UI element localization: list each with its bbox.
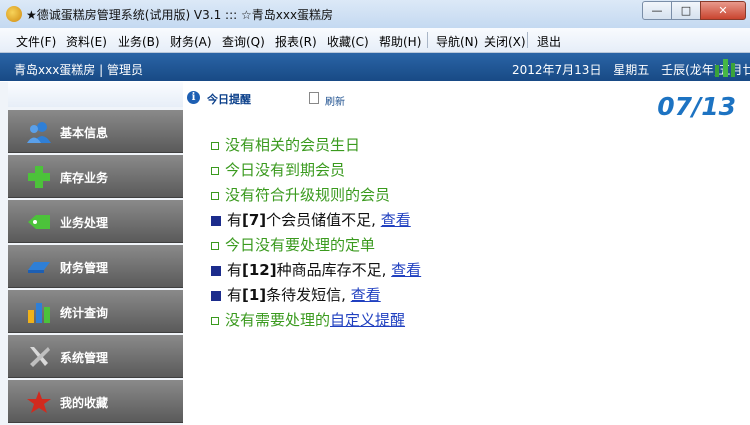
sidebar-item-finance[interactable]: 财务管理 xyxy=(8,245,183,288)
sidebar-item-system[interactable]: 系统管理 xyxy=(8,335,183,378)
sidebar-item-label: 基本信息 xyxy=(60,126,109,140)
sidebar-item-favorites[interactable]: 我的收藏 xyxy=(8,380,183,423)
menu-business[interactable]: 业务(B) xyxy=(118,33,160,50)
sidebar-item-basic-info[interactable]: 基本信息 xyxy=(8,110,183,153)
reminder-text: 今日没有要处理的定单 xyxy=(225,236,376,254)
menu-favorites[interactable]: 收藏(C) xyxy=(327,33,369,50)
maximize-icon: □ xyxy=(680,4,692,17)
reminder-text: 条待发短信, xyxy=(266,286,351,304)
menu-navigate[interactable]: 导航(N) xyxy=(436,33,478,50)
window-controls: — □ ✕ xyxy=(642,1,746,20)
current-weekday: 星期五 xyxy=(613,63,650,77)
list-item: 今日没有到期会员 xyxy=(211,159,421,184)
reminder-text: 有 xyxy=(227,261,243,279)
reminder-text: 没有相关的会员生日 xyxy=(225,136,361,154)
list-item: 有[1]条待发短信, 查看 xyxy=(211,284,421,309)
minimize-icon: — xyxy=(651,4,663,17)
sidebar-item-inventory[interactable]: 库存业务 xyxy=(8,155,183,198)
menu-separator xyxy=(527,32,528,48)
close-button[interactable]: ✕ xyxy=(700,1,746,20)
tag-icon xyxy=(28,215,50,229)
tree-icon xyxy=(715,59,735,77)
star-icon xyxy=(27,391,51,413)
sidebar-item-statistics[interactable]: 统计查询 xyxy=(8,290,183,333)
sidebar-item-label: 财务管理 xyxy=(60,261,109,275)
square-filled-icon xyxy=(211,290,221,301)
menu-data[interactable]: 资料(E) xyxy=(66,33,107,50)
menu-help[interactable]: 帮助(H) xyxy=(379,33,421,50)
reminder-count: [12] xyxy=(242,261,277,279)
today-reminder-tab[interactable]: 今日提醒 xyxy=(207,91,251,107)
title-bar: ★德诚蛋糕房管理系统(试用版) V3.1 ::: ☆青岛xxx蛋糕房 — □ ✕ xyxy=(0,0,750,28)
menu-separator xyxy=(427,32,428,48)
store-user-label: 青岛xxx蛋糕房 | 管理员 xyxy=(14,63,143,77)
reminder-text: 种商品库存不足, xyxy=(276,261,392,279)
list-item: 有[7]个会员储值不足, 查看 xyxy=(211,209,421,234)
reminder-list: 没有相关的会员生日 今日没有到期会员 没有符合升级规则的会员 有[7]个会员储值… xyxy=(211,134,421,334)
menu-finance[interactable]: 财务(A) xyxy=(170,33,212,50)
square-outline-icon xyxy=(211,241,219,250)
window-title: ★德诚蛋糕房管理系统(试用版) V3.1 ::: ☆青岛xxx蛋糕房 xyxy=(26,8,334,22)
menu-file[interactable]: 文件(F) xyxy=(16,33,56,50)
square-outline-icon xyxy=(211,141,219,150)
list-item: 没有相关的会员生日 xyxy=(211,134,421,159)
sidebar-item-label: 库存业务 xyxy=(60,171,109,185)
main-panel: i 今日提醒 刷新 07/13 没有相关的会员生日 今日没有到期会员 没有符合升… xyxy=(183,82,750,425)
view-sms-link[interactable]: 查看 xyxy=(351,286,381,304)
minimize-button[interactable]: — xyxy=(642,1,672,20)
square-outline-icon xyxy=(211,166,219,175)
sidebar: 基本信息 库存业务 业务处理 财务管理 统计查询 系统管理 我的收藏 xyxy=(0,82,183,425)
menu-report[interactable]: 报表(R) xyxy=(275,33,317,50)
square-outline-icon xyxy=(211,191,219,200)
custom-reminder-link[interactable]: 自定义提醒 xyxy=(330,311,405,329)
app-icon[interactable] xyxy=(6,6,22,22)
menu-exit[interactable]: 退出 xyxy=(537,33,561,50)
info-icon: i xyxy=(187,91,200,104)
date-display: 07/13 xyxy=(657,92,736,121)
sidebar-header xyxy=(8,82,183,107)
menu-bar: 文件(F) 资料(E) 业务(B) 财务(A) 查询(Q) 报表(R) 收藏(C… xyxy=(0,28,750,53)
sidebar-item-label: 业务处理 xyxy=(60,216,109,230)
square-filled-icon xyxy=(211,215,221,226)
reminder-text: 有 xyxy=(227,286,243,304)
document-icon xyxy=(309,92,319,104)
reminder-toolbar: i 今日提醒 刷新 07/13 xyxy=(183,82,750,121)
reminder-count: [7] xyxy=(242,211,267,229)
current-date: 2012年7月13日 xyxy=(512,63,602,77)
list-item: 今日没有要处理的定单 xyxy=(211,234,421,259)
square-filled-icon xyxy=(211,265,221,276)
view-stock-link[interactable]: 查看 xyxy=(391,261,421,279)
view-members-link[interactable]: 查看 xyxy=(381,211,411,229)
list-item: 没有符合升级规则的会员 xyxy=(211,184,421,209)
sidebar-item-business[interactable]: 业务处理 xyxy=(8,200,183,243)
users-icon xyxy=(27,122,51,143)
reminder-count: [1] xyxy=(242,286,267,304)
close-icon: ✕ xyxy=(718,4,728,17)
square-outline-icon xyxy=(211,316,219,325)
reminder-text: 没有符合升级规则的会员 xyxy=(225,186,391,204)
reminder-text: 没有需要处理的 xyxy=(225,311,331,329)
sidebar-item-label: 统计查询 xyxy=(60,306,109,320)
card-icon xyxy=(28,262,50,273)
sidebar-item-label: 我的收藏 xyxy=(60,396,109,410)
refresh-button[interactable]: 刷新 xyxy=(325,93,345,108)
menu-query[interactable]: 查询(Q) xyxy=(222,33,265,50)
reminder-text: 有 xyxy=(227,211,243,229)
plus-icon xyxy=(28,166,50,188)
reminder-text: 今日没有到期会员 xyxy=(225,161,346,179)
sidebar-item-label: 系统管理 xyxy=(60,351,109,365)
info-bar: 青岛xxx蛋糕房 | 管理员 2012年7月13日 星期五 壬辰(龙年)五月廿五 xyxy=(0,53,750,81)
tools-icon xyxy=(30,347,50,367)
reminder-text: 个会员储值不足, xyxy=(266,211,381,229)
menu-close[interactable]: 关闭(X) xyxy=(484,33,526,50)
bar-chart-icon xyxy=(28,303,50,323)
maximize-button[interactable]: □ xyxy=(671,1,701,20)
list-item: 没有需要处理的自定义提醒 xyxy=(211,309,421,334)
list-item: 有[12]种商品库存不足, 查看 xyxy=(211,259,421,284)
